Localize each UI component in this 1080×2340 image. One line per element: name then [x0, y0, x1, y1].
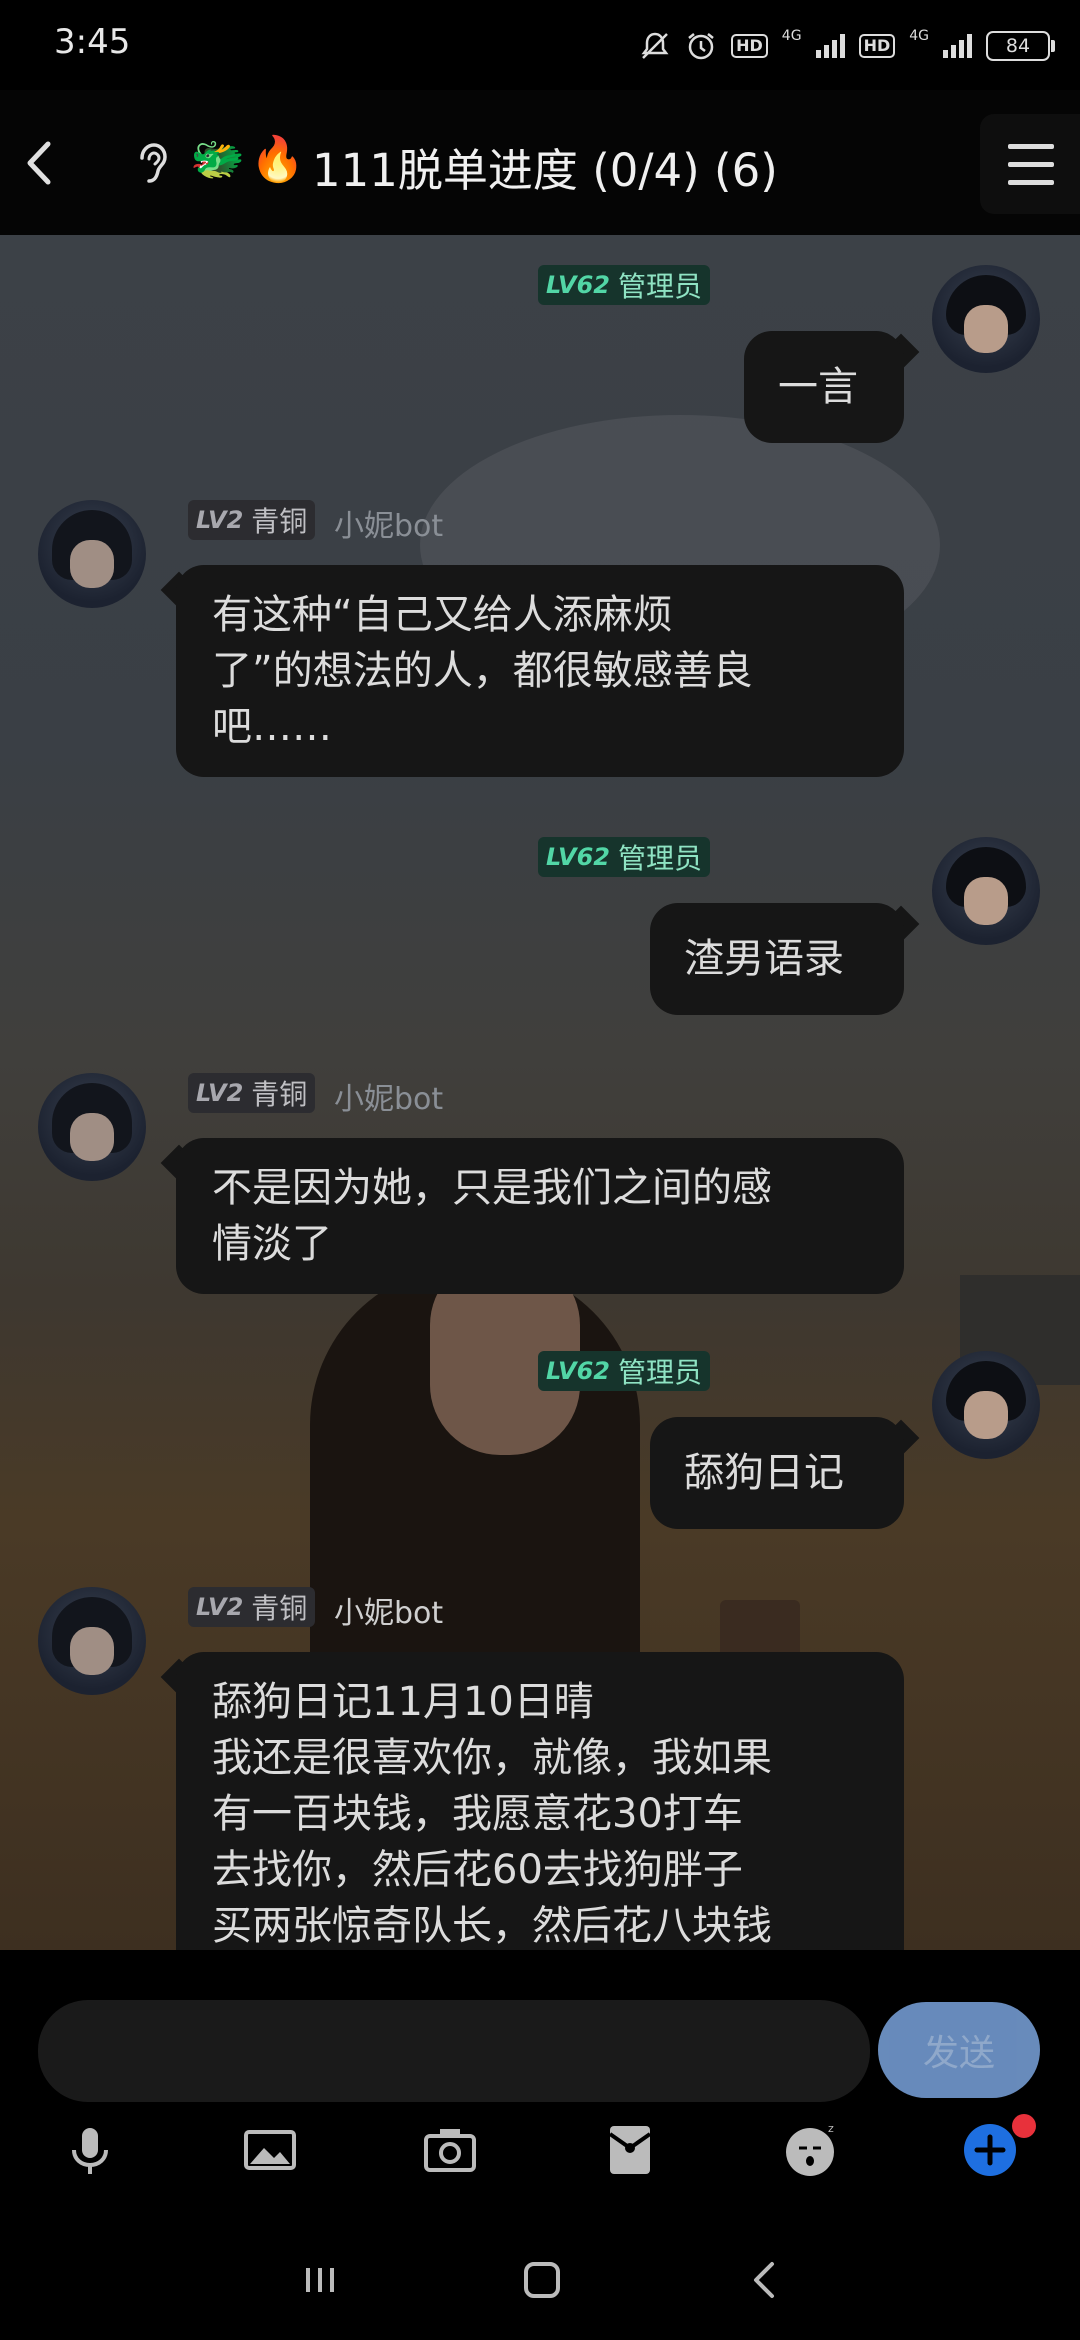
signal-bars-icon-2 — [943, 34, 972, 58]
back-button[interactable] — [10, 128, 70, 198]
home-icon[interactable] — [512, 2250, 572, 2310]
avatar[interactable] — [38, 1073, 146, 1181]
message-text: 渣男语录 — [684, 936, 844, 982]
avatar[interactable] — [932, 1351, 1040, 1459]
image-icon[interactable] — [240, 2120, 300, 2180]
message-text-line: 去找你，然后花60去找狗胖子 — [212, 1847, 743, 1893]
level-badge: LV2 青铜 — [188, 500, 316, 540]
message-text-line: 不是因为她，只是我们之间的感 — [212, 1165, 772, 1211]
microphone-icon[interactable] — [60, 2120, 120, 2180]
message-bubble[interactable]: 有这种“自己又给人添麻烦 了”的想法的人，都很敏感善良 吧…… — [176, 565, 904, 777]
sender-name: 小妮bot — [334, 509, 444, 544]
status-icons: HD 4G HD 4G 84 — [639, 26, 1055, 66]
mute-notification-icon — [641, 32, 669, 59]
avatar[interactable] — [38, 500, 146, 608]
back-icon[interactable] — [736, 2250, 796, 2310]
avatar[interactable] — [932, 837, 1040, 945]
message-input[interactable] — [38, 2000, 870, 2102]
emoji-icon[interactable]: z — [780, 2120, 840, 2180]
network-type-2: 4G — [909, 28, 929, 44]
level-badge: LV2 青铜 — [188, 1587, 316, 1627]
message-text-line: 情淡了 — [212, 1221, 332, 1267]
plus-icon[interactable] — [960, 2120, 1020, 2180]
sender-name: 小妮bot — [334, 1596, 444, 1631]
hd-voice-badge: HD — [731, 34, 768, 58]
chevron-left-icon — [27, 141, 51, 185]
chat-messages[interactable]: LV62 管理员 一言 LV2 青铜 小妮bot 有这种“自己又给人添麻烦 了”的想… — [0, 235, 1080, 1950]
level-badge: LV62 管理员 — [538, 1351, 710, 1391]
chat-title: 111脱单进度 (0/4) (6) — [312, 144, 778, 197]
alarm-icon — [688, 33, 714, 60]
message-text-line: 了”的想法的人，都很敏感善良 — [212, 648, 753, 694]
network-type: 4G — [781, 28, 802, 44]
status-bar: 3:45 HD 4G HD 4G 84 — [0, 0, 1080, 90]
chat-header: 🐲 🔥 111脱单进度 (0/4) (6) — [0, 90, 1080, 235]
svg-text:z: z — [828, 2122, 834, 2135]
message-text-line: 舔狗日记11月10日晴 — [212, 1679, 594, 1725]
message-text: 舔狗日记 — [684, 1450, 844, 1496]
level-badge: LV62 管理员 — [538, 837, 710, 877]
signal-bars-icon — [815, 34, 845, 58]
notification-dot — [1012, 2114, 1036, 2138]
red-packet-icon[interactable] — [600, 2120, 660, 2180]
sender-name: 小妮bot — [334, 1082, 444, 1117]
message-bubble[interactable]: 不是因为她，只是我们之间的感 情淡了 — [176, 1138, 904, 1294]
message-text: 一言 — [778, 364, 858, 410]
message-text-line: 吧…… — [212, 704, 332, 750]
message-bubble[interactable]: 舔狗日记 — [650, 1417, 904, 1529]
bottom-panel: 发送 z — [0, 1950, 1080, 2340]
clock: 3:45 — [54, 22, 131, 62]
recent-apps-icon[interactable] — [290, 2250, 350, 2310]
message-text-line: 有这种“自己又给人添麻烦 — [212, 592, 673, 638]
message-text-line: 我还是很喜欢你，就像，我如果 — [212, 1735, 772, 1781]
menu-button[interactable] — [980, 114, 1080, 214]
level-badge: LV2 青铜 — [188, 1073, 316, 1113]
send-button[interactable]: 发送 — [878, 2002, 1040, 2098]
message-bubble[interactable]: 一言 — [744, 331, 904, 443]
dragon-emoji: 🐲 — [190, 134, 245, 185]
ear-icon[interactable] — [130, 140, 174, 188]
level-badge: LV62 管理员 — [538, 265, 710, 305]
avatar[interactable] — [932, 265, 1040, 373]
camera-icon[interactable] — [420, 2120, 480, 2180]
message-text-line: 买两张惊奇队长，然后花八块钱 — [212, 1903, 772, 1949]
message-bubble[interactable]: 渣男语录 — [650, 903, 904, 1015]
battery-indicator: 84 — [986, 31, 1055, 61]
avatar[interactable] — [38, 1587, 146, 1695]
hd-voice-badge-2: HD — [858, 34, 896, 58]
hamburger-menu-icon — [1008, 144, 1054, 149]
message-text-line: 有一百块钱，我愿意花30打车 — [212, 1791, 743, 1837]
fire-emoji: 🔥 — [250, 134, 305, 185]
message-bubble[interactable]: 舔狗日记11月10日晴 我还是很喜欢你，就像，我如果 有一百块钱，我愿意花30打… — [176, 1652, 904, 1950]
